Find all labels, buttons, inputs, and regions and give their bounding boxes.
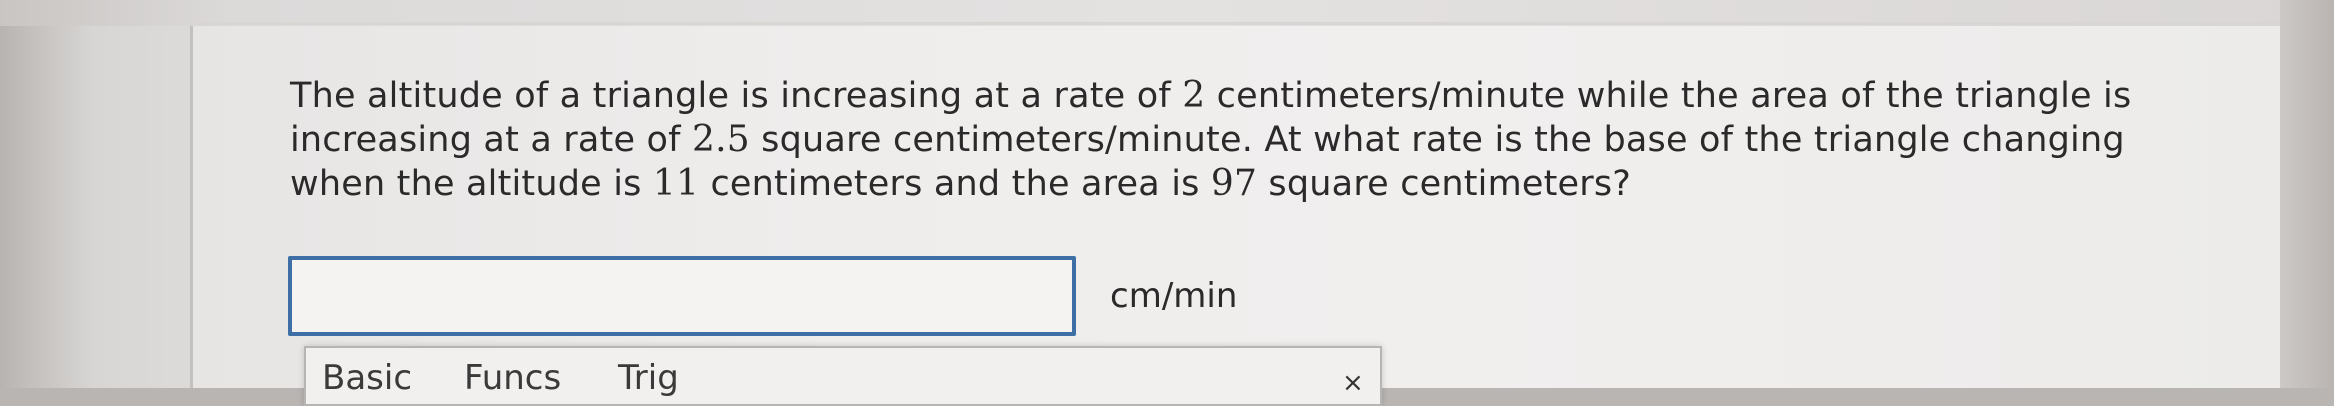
math-keypad: Basic Funcs Trig × [304, 346, 1382, 406]
panel-divider [190, 22, 2280, 25]
right-edge [2280, 0, 2334, 388]
area-value: 97 [1210, 163, 1258, 204]
unit-label: cm/min [1110, 276, 1238, 316]
question-part-4: centimeters and the area is [699, 164, 1211, 204]
question-part-1: The altitude of a triangle is increasing… [290, 76, 1183, 116]
tab-trig[interactable]: Trig [618, 358, 679, 398]
question-text: The altitude of a triangle is increasing… [290, 74, 2190, 206]
altitude-rate-value: 2 [1182, 75, 1206, 116]
altitude-value: 11 [652, 163, 700, 204]
close-icon[interactable]: × [1342, 368, 1364, 398]
tab-basic[interactable]: Basic [322, 358, 412, 398]
area-rate-value: 2.5 [692, 119, 750, 160]
answer-input[interactable] [288, 256, 1076, 336]
question-part-5: square centimeters? [1257, 164, 1632, 204]
tab-funcs[interactable]: Funcs [464, 358, 561, 398]
